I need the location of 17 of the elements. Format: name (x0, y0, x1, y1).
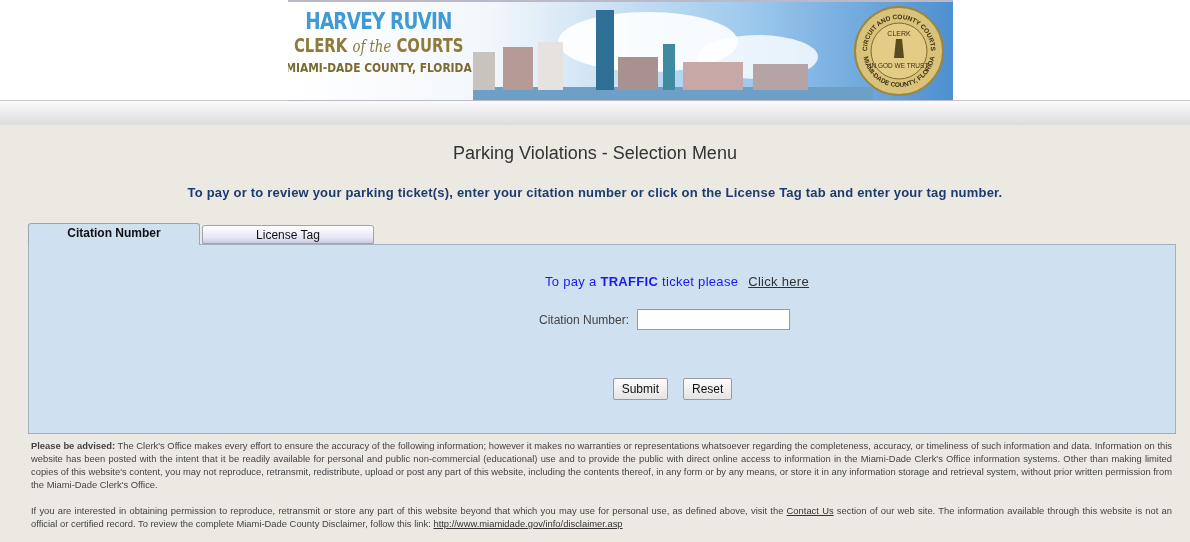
submit-button[interactable]: Submit (612, 378, 668, 400)
tab[interactable]: License Tag (202, 225, 374, 244)
traffic-notice: To pay a TRAFFIC ticket please (544, 274, 739, 289)
clerk-name: HARVEY RUVIN (305, 10, 452, 33)
office-title: CLERK of the COURTS (293, 36, 464, 55)
citation-input[interactable] (637, 309, 790, 330)
citation-label: Citation Number: (538, 312, 629, 327)
county-name: MIAMI-DADE COUNTY, FLORIDA (287, 61, 472, 74)
reset-button[interactable]: Reset (683, 378, 733, 400)
instructions-text: To pay or to review your parking ticket(s), enter your citation number or click on the License Tag tab and enter your tag number. (186, 185, 1004, 200)
tab[interactable]: Citation Number (28, 223, 200, 245)
page-title: Parking Violations - Selection Menu (452, 143, 738, 164)
disclaimer-link[interactable]: Contact Us (786, 505, 834, 516)
disclaimer-paragraph: If you are interested in obtaining permission to reproduce, retransmit or store any part of this website beyond that which you may use for personal use, as defined above, visit the Contact Us section of our web site. The information available through this website is not an official or certified record. To review the complete Miami-Dade County Disclaimer, follow this link: http://www.miamidade.gov/info/disclaimer.asp (31, 504, 1172, 530)
click-here-link[interactable]: Click here (748, 274, 809, 289)
disclaimer-link[interactable]: http://www.miamidade.gov/info/disclaimer.asp (433, 518, 623, 529)
disclaimer-paragraph: Please be advised: The Clerk's Office makes every effort to ensure the accuracy of the following information; however it makes no warranties or representations whatsoever regarding the completeness, accuracy, or timeliness of such information and data. Information on this website has been posted with the intent that it be readily available for personal and public non-commercial (educational) use and to provide the public with direct online access to information in the Miami-Dade Clerk's Office information systems. Other than making limited copies of this website's content, you may not reproduce, retransmit, redistribute, upload or post any part of this website, including the contents thereof, in any form or by any means, or store it in any information storage and retrieval system, without prior written permission from the Miami-Dade Clerk's Office. (31, 439, 1172, 491)
